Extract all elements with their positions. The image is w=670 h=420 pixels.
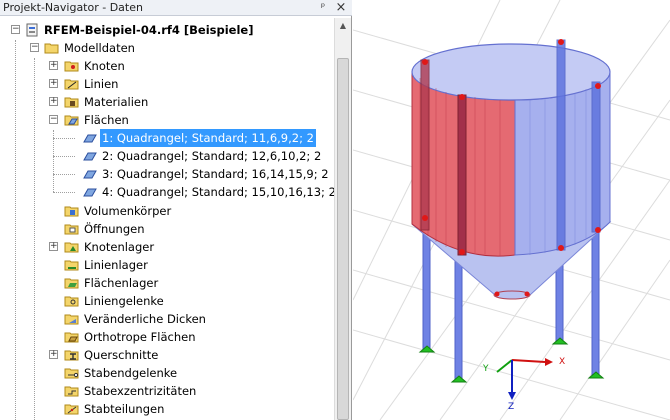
tree-item-modelldaten[interactable]: − Modelldaten — [0, 39, 330, 57]
expand-icon[interactable]: + — [49, 350, 58, 359]
surface-item-label: 1: Quadrangel; Standard; 11,6,9,2; 2 — [100, 129, 316, 147]
model-3d-view[interactable]: X Y Z — [353, 0, 670, 420]
model-file-icon — [26, 23, 38, 37]
tree-item-label: Querschnitte — [84, 348, 159, 362]
openings-folder-icon — [64, 224, 79, 235]
tree-item-querschnitte[interactable]: + Querschnitte — [0, 346, 330, 364]
axis-x-label: X — [559, 357, 566, 367]
tree-item-linien[interactable]: + Linien — [0, 75, 330, 93]
tree-item-label: Veränderliche Dicken — [84, 312, 206, 326]
orthotropic-surfaces-folder-icon — [64, 332, 79, 343]
navigator-tree: − RFEM-Beispiel-04.rf4 [Beispiele] − Mod… — [0, 18, 334, 420]
expand-icon[interactable]: + — [49, 242, 58, 251]
expand-icon[interactable]: + — [49, 97, 58, 106]
tree-item-label: Knoten — [84, 59, 125, 73]
expand-icon[interactable]: + — [49, 61, 58, 70]
tree-item-veraenderliche-dicken[interactable]: Veränderliche Dicken — [0, 310, 330, 328]
line-hinges-folder-icon — [64, 296, 79, 307]
member-hinges-folder-icon — [64, 368, 79, 379]
collapse-icon[interactable]: − — [30, 43, 39, 52]
surface-icon — [83, 188, 97, 197]
folder-open-icon — [44, 43, 59, 54]
materials-folder-icon — [64, 97, 79, 108]
tree-item-label: Stabexzentrizitäten — [84, 384, 197, 398]
tree-item-liniengelenke[interactable]: Liniengelenke — [0, 292, 330, 310]
tree-item-oeffnungen[interactable]: Öffnungen — [0, 220, 330, 238]
scroll-thumb[interactable] — [337, 58, 349, 420]
axis-z-label: Z — [508, 402, 515, 412]
tree-item-flaechen[interactable]: − Flächen — [0, 111, 330, 129]
surface-item-label: 3: Quadrangel; Standard; 16,14,15,9; 2 — [102, 167, 329, 181]
tree-item-knoten[interactable]: + Knoten — [0, 57, 330, 75]
collapse-icon[interactable]: − — [49, 115, 58, 124]
surface-supports-folder-icon — [64, 278, 79, 289]
surfaces-folder-icon — [64, 115, 79, 126]
solids-folder-icon — [64, 206, 79, 217]
tree-item-label: Stabendgelenke — [84, 366, 178, 380]
tree-item-flaechenlager[interactable]: Flächenlager — [0, 274, 330, 292]
close-icon[interactable]: × — [334, 1, 348, 14]
tree-item-stabteilungen[interactable]: Stabteilungen — [0, 400, 330, 418]
tree-item-stabendgelenke[interactable]: Stabendgelenke — [0, 364, 330, 382]
pin-icon[interactable]: ᵖ — [316, 1, 330, 14]
tree-item-label: Öffnungen — [84, 222, 145, 236]
tree-item-label: Knotenlager — [84, 240, 155, 254]
surface-item-label: 4: Quadrangel; Standard; 15,10,16,13; 2 — [102, 185, 334, 199]
tree-item-label: Modelldaten — [64, 41, 135, 55]
tree-item-label: Volumenkörper — [84, 204, 172, 218]
surface-item-4[interactable]: 4: Quadrangel; Standard; 15,10,16,13; 2 — [0, 183, 334, 201]
expand-icon[interactable]: + — [49, 79, 58, 88]
member-divisions-folder-icon — [64, 404, 79, 415]
tree-item-label: Linien — [84, 77, 119, 91]
tree-item-orthotrope-flaechen[interactable]: Orthotrope Flächen — [0, 328, 330, 346]
surface-item-3[interactable]: 3: Quadrangel; Standard; 16,14,15,9; 2 — [0, 165, 330, 183]
tree-item-knotenlager[interactable]: + Knotenlager — [0, 238, 330, 256]
collapse-icon[interactable]: − — [11, 25, 20, 34]
tree-item-materialien[interactable]: + Materialien — [0, 93, 330, 111]
nodes-folder-icon — [64, 61, 79, 72]
cross-sections-folder-icon — [64, 350, 79, 361]
tree-item-label: Flächen — [84, 113, 129, 127]
surface-item-1[interactable]: 1: Quadrangel; Standard; 11,6,9,2; 2 — [0, 129, 330, 147]
tree-item-label: Flächenlager — [84, 276, 159, 290]
axis-y-label: Y — [483, 364, 489, 374]
surface-icon — [83, 170, 97, 179]
line-supports-folder-icon — [64, 260, 79, 271]
nodal-supports-folder-icon — [64, 242, 79, 253]
surface-icon — [83, 152, 97, 161]
lines-folder-icon — [64, 79, 79, 90]
scroll-up-icon[interactable]: ▲ — [336, 19, 350, 33]
panel-title: Projekt-Navigator - Daten — [3, 1, 143, 14]
tree-root-label: RFEM-Beispiel-04.rf4 [Beispiele] — [44, 23, 254, 37]
silo-model-graphic — [353, 0, 670, 420]
tree-item-label: Liniengelenke — [84, 294, 164, 308]
tree-root[interactable]: − RFEM-Beispiel-04.rf4 [Beispiele] — [0, 21, 330, 39]
surface-icon — [83, 134, 97, 143]
tree-item-linienlager[interactable]: Linienlager — [0, 256, 330, 274]
tree-item-label: Orthotrope Flächen — [84, 330, 196, 344]
tree-item-stabexzentrizitaeten[interactable]: Stabexzentrizitäten — [0, 382, 330, 400]
variable-thickness-folder-icon — [64, 314, 79, 325]
tree-scrollbar[interactable]: ▲ — [334, 18, 351, 420]
member-eccentricities-folder-icon — [64, 386, 79, 397]
tree-item-label: Materialien — [84, 95, 149, 109]
tree-item-label: Linienlager — [84, 258, 148, 272]
tree-item-volumenkoerper[interactable]: Volumenkörper — [0, 202, 330, 220]
panel-titlebar: Projekt-Navigator - Daten ᵖ × — [0, 0, 352, 16]
tree-item-label: Stabteilungen — [84, 402, 165, 416]
surface-item-2[interactable]: 2: Quadrangel; Standard; 12,6,10,2; 2 — [0, 147, 330, 165]
surface-item-label: 2: Quadrangel; Standard; 12,6,10,2; 2 — [102, 149, 322, 163]
project-navigator-panel: Projekt-Navigator - Daten ᵖ × − RFEM-Bei… — [0, 0, 352, 420]
silo-roof — [411, 43, 611, 101]
